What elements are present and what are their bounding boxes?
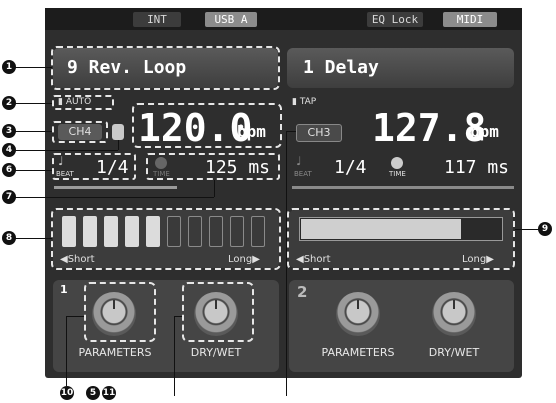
callout-5: 5 [86, 386, 100, 400]
deck2-beat-label: BEAT [294, 170, 312, 178]
leader-line-3 [14, 131, 52, 132]
deck2-note-icon: ♩ [296, 154, 302, 168]
callout-frame-1 [51, 46, 280, 90]
callout-frame-7 [146, 153, 280, 180]
callout-frame-9 [287, 208, 515, 270]
deck2-tap-text: TAP [299, 97, 317, 107]
callout-9: 9 [538, 222, 552, 236]
callout-4: 4 [2, 143, 16, 157]
top-bar: INT USB A EQ Lock MIDI [45, 8, 522, 30]
deck1-time-bar [54, 186, 177, 189]
leader-line-2 [14, 103, 52, 104]
leader-line-8 [14, 238, 52, 239]
deck2-fx-number: 2 [297, 283, 308, 301]
callout-1: 1 [2, 60, 16, 74]
deck2-bpm-unit: bpm [470, 122, 499, 141]
deck1-drywet-label: DRY/WET [190, 346, 242, 359]
callout-2: 2 [2, 96, 16, 110]
leader-line-7 [14, 197, 214, 198]
eq-lock-button[interactable]: EQ Lock [367, 12, 423, 27]
leader-line-9 [515, 229, 540, 230]
leader-line-ch3-a [286, 131, 296, 132]
leader-line-10 [66, 316, 67, 386]
deck2-time-bar [292, 186, 514, 189]
deck2-time-label: TIME [389, 170, 406, 178]
leader-line-1 [14, 67, 52, 68]
deck1-parameters-label: PARAMETERS [78, 346, 152, 359]
deck2-effect-name: 1 Delay [303, 57, 379, 78]
leader-line-6 [14, 170, 52, 171]
deck2-effect-name-box[interactable]: 1 Delay [287, 48, 514, 88]
deck1-fx-number: 1 [60, 283, 68, 296]
callout-3: 3 [2, 124, 16, 138]
deck2-time-value: 117 ms [444, 157, 510, 178]
callout-frame-10 [84, 282, 156, 342]
deck2-beat-value: 1/4 [334, 157, 367, 178]
leader-line-7b [214, 180, 215, 197]
callout-11: 11 [102, 386, 116, 400]
deck2-drywet-label: DRY/WET [428, 346, 480, 359]
leader-line-4 [14, 150, 118, 151]
leader-line-4b [118, 140, 119, 150]
tap-indicator-icon: ▮ [292, 97, 300, 107]
callout-7: 7 [2, 190, 16, 204]
callout-8: 8 [2, 231, 16, 245]
callout-frame-3 [52, 121, 108, 143]
int-button[interactable]: INT [133, 12, 181, 27]
callout-frame-8 [51, 208, 281, 270]
leader-line-10a [66, 316, 84, 317]
callout-6: 6 [2, 163, 16, 177]
leader-line-drywet-a [174, 316, 182, 317]
callout-frame-drywet [182, 282, 254, 342]
deck2-channel[interactable]: CH3 [296, 124, 342, 142]
midi-button[interactable]: MIDI [443, 12, 497, 27]
deck2-clock-icon [391, 157, 403, 169]
lock-icon[interactable] [112, 124, 124, 140]
deck2-tap-label[interactable]: ▮ TAP [292, 97, 316, 107]
leader-line-ch3 [286, 131, 287, 396]
deck2-drywet-knob[interactable] [432, 292, 476, 336]
callout-10: 10 [60, 386, 74, 400]
leader-line-drywet [174, 316, 175, 396]
deck2-parameters-knob[interactable] [336, 292, 380, 336]
deck2-parameters-label: PARAMETERS [321, 346, 395, 359]
usb-a-button[interactable]: USB A [205, 12, 257, 27]
callout-frame-bpm [132, 103, 282, 148]
callout-frame-6 [52, 153, 136, 180]
callout-frame-2 [52, 95, 114, 110]
